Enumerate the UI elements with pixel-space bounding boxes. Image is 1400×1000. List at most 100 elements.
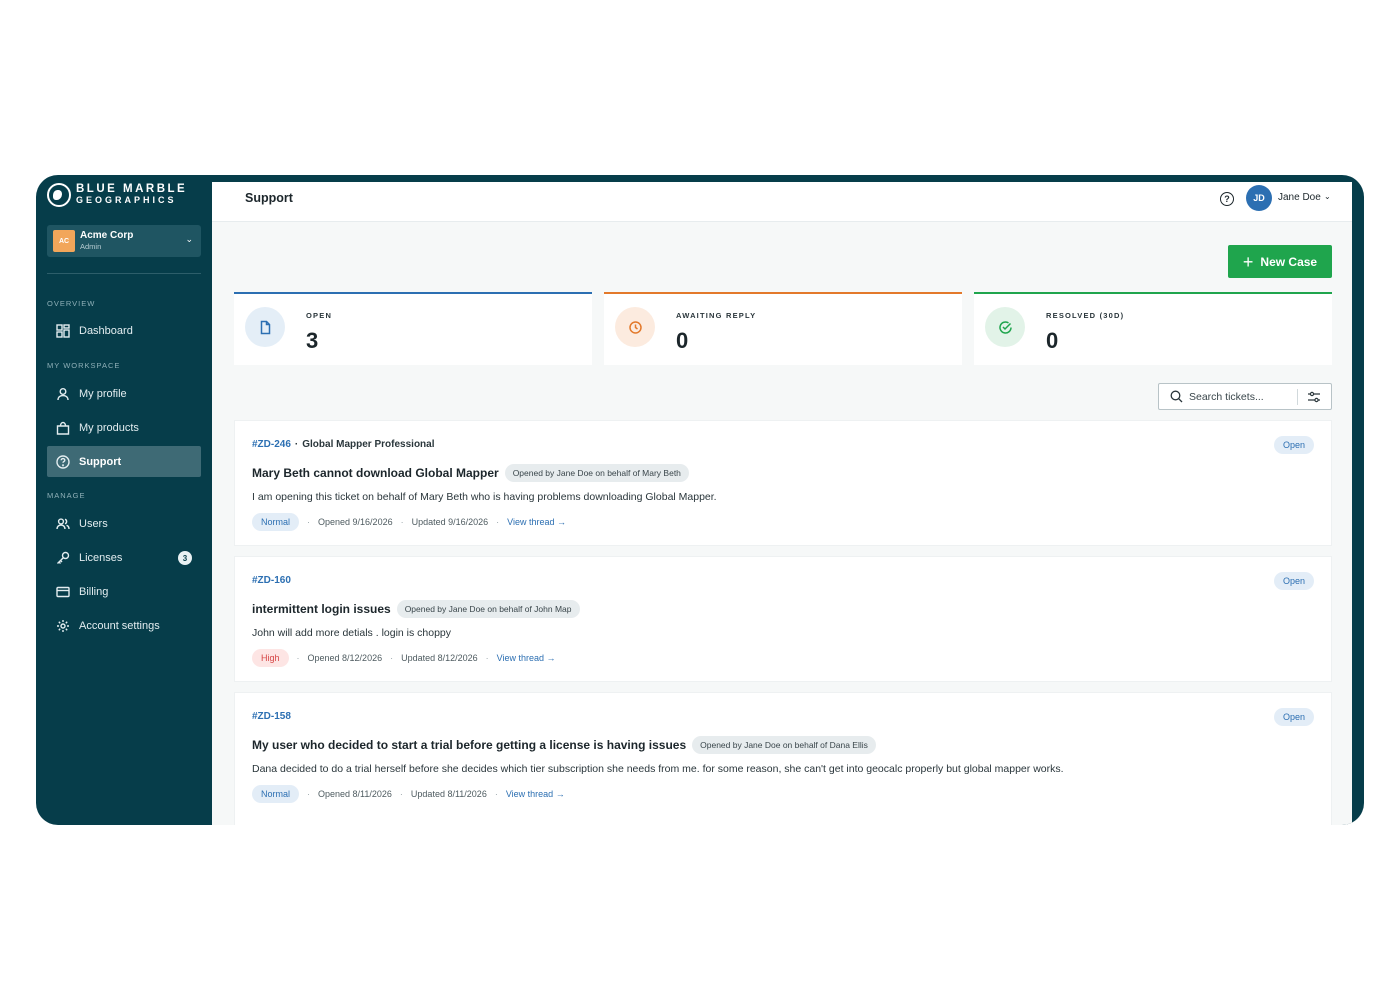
ticket-title[interactable]: Mary Beth cannot download Global Mapper bbox=[252, 466, 499, 480]
behalf-tag: Opened by Jane Doe on behalf of John Map bbox=[396, 600, 580, 618]
page-title: Support bbox=[245, 191, 293, 205]
search-icon bbox=[1170, 390, 1183, 403]
help-circle-icon bbox=[56, 454, 70, 469]
view-thread-link[interactable]: View thread → bbox=[507, 517, 566, 527]
user-name[interactable]: Jane Doe bbox=[1278, 192, 1321, 203]
ticket-description: John will add more detials . login is ch… bbox=[252, 627, 452, 639]
stat-value: 0 bbox=[676, 328, 689, 353]
sidebar-item-my-products[interactable]: My products bbox=[47, 412, 201, 443]
org-name: Acme Corp bbox=[80, 230, 134, 241]
ticket-title-row: Mary Beth cannot download Global Mapper … bbox=[252, 464, 689, 482]
ticket-id[interactable]: #ZD-160 bbox=[252, 575, 291, 586]
section-manage: MANAGE bbox=[47, 491, 86, 500]
org-avatar: AC bbox=[53, 230, 75, 252]
priority-badge: High bbox=[252, 649, 289, 667]
org-info: Acme Corp Admin bbox=[80, 230, 133, 252]
status-badge: Open bbox=[1274, 572, 1314, 590]
ticket-title-row: intermittent login issues Opened by Jane… bbox=[252, 600, 580, 618]
help-icon[interactable]: ? bbox=[1220, 192, 1234, 206]
user-avatar[interactable]: JD bbox=[1246, 185, 1272, 211]
sidebar-item-label: Licenses bbox=[79, 551, 123, 564]
updated-date: Updated 8/11/2026 bbox=[410, 789, 487, 799]
org-switcher[interactable]: AC Acme Corp Admin ⌄ bbox=[47, 225, 201, 257]
main-content: Support ? JD Jane Doe ⌄ + New Case OPEN … bbox=[212, 182, 1352, 825]
sidebar-item-licenses[interactable]: Licenses 3 bbox=[47, 542, 201, 573]
separator-dot: · bbox=[485, 653, 489, 663]
ticket-meta: High · Opened 8/12/2026 · Updated 8/12/2… bbox=[252, 649, 556, 667]
ticket-description: I am opening this ticket on behalf of Ma… bbox=[252, 491, 717, 503]
behalf-tag: Opened by Jane Doe on behalf of Dana Ell… bbox=[692, 736, 876, 754]
sidebar-item-label: Dashboard bbox=[79, 324, 133, 337]
updated-date: Updated 9/16/2026 bbox=[411, 517, 489, 527]
opened-date: Opened 8/12/2026 bbox=[307, 653, 383, 663]
sidebar-item-label: Support bbox=[79, 455, 122, 468]
separator-dot: · bbox=[496, 517, 500, 527]
ticket-header: #ZD-246 · Global Mapper Professional bbox=[252, 439, 435, 450]
sidebar-item-label: Billing bbox=[79, 585, 109, 598]
search-input[interactable] bbox=[1189, 389, 1294, 405]
priority-badge: Normal bbox=[252, 513, 300, 531]
clock-icon bbox=[615, 307, 655, 347]
section-my-workspace: MY WORKSPACE bbox=[47, 361, 121, 370]
sidebar-item-support[interactable]: Support bbox=[47, 446, 201, 477]
separator-dot: · bbox=[307, 517, 311, 527]
ticket-card[interactable]: #ZD-246 · Global Mapper Professional Open … bbox=[234, 420, 1332, 546]
ticket-card[interactable]: #ZD-158 Open My user who decided to star… bbox=[234, 692, 1332, 825]
sidebar: BLUE MARBLE GEOGRAPHICS AC Acme Corp Adm… bbox=[36, 175, 212, 825]
view-thread-link[interactable]: View thread → bbox=[497, 653, 556, 663]
status-badge: Open bbox=[1274, 436, 1314, 454]
stat-label: AWAITING REPLY bbox=[676, 311, 757, 320]
ticket-title[interactable]: My user who decided to start a trial bef… bbox=[252, 738, 686, 752]
sidebar-item-billing[interactable]: Billing bbox=[47, 576, 201, 607]
stat-value: 3 bbox=[306, 328, 319, 353]
section-overview: OVERVIEW bbox=[47, 299, 96, 308]
ticket-title-row: My user who decided to start a trial bef… bbox=[252, 736, 876, 754]
check-circle-icon bbox=[985, 307, 1025, 347]
status-badge: Open bbox=[1274, 708, 1314, 726]
separator-dot: · bbox=[307, 789, 311, 799]
stat-label: OPEN bbox=[306, 311, 333, 320]
filter-sliders-icon[interactable] bbox=[1307, 390, 1321, 404]
org-role: Admin bbox=[80, 242, 102, 251]
stat-value: 0 bbox=[1046, 328, 1059, 353]
ticket-id[interactable]: #ZD-158 bbox=[252, 711, 291, 722]
chevron-down-icon[interactable]: ⌄ bbox=[1324, 192, 1331, 201]
sidebar-item-account-settings[interactable]: Account settings bbox=[47, 610, 201, 641]
chevron-down-icon: ⌄ bbox=[185, 234, 193, 244]
ticket-product: Global Mapper Professional bbox=[302, 439, 435, 450]
view-thread-link[interactable]: View thread → bbox=[506, 789, 565, 799]
sidebar-divider bbox=[47, 273, 201, 274]
sidebar-item-label: My products bbox=[79, 421, 139, 434]
users-icon bbox=[56, 517, 70, 529]
user-icon bbox=[57, 387, 69, 400]
ticket-title[interactable]: intermittent login issues bbox=[252, 602, 391, 616]
globe-icon bbox=[47, 183, 71, 207]
stat-card-resolved: RESOLVED (30D) 0 bbox=[974, 292, 1332, 365]
sidebar-item-users[interactable]: Users bbox=[47, 508, 201, 539]
plus-icon: + bbox=[1242, 251, 1254, 272]
search-divider bbox=[1297, 389, 1298, 405]
sidebar-item-label: Account settings bbox=[79, 619, 160, 632]
priority-badge: Normal bbox=[252, 785, 300, 803]
brand-logo[interactable]: BLUE MARBLE GEOGRAPHICS bbox=[47, 183, 187, 207]
licenses-count-badge: 3 bbox=[178, 551, 192, 565]
separator-dot: · bbox=[296, 653, 300, 663]
opened-date: Opened 9/16/2026 bbox=[318, 517, 393, 527]
document-icon bbox=[245, 307, 285, 347]
sidebar-item-label: Users bbox=[79, 517, 108, 530]
sidebar-item-my-profile[interactable]: My profile bbox=[47, 378, 201, 409]
stat-label: RESOLVED (30D) bbox=[1046, 311, 1125, 320]
separator-dot: · bbox=[294, 439, 299, 450]
new-case-button[interactable]: + New Case bbox=[1228, 245, 1332, 278]
ticket-card[interactable]: #ZD-160 Open intermittent login issues O… bbox=[234, 556, 1332, 682]
ticket-id[interactable]: #ZD-246 bbox=[252, 439, 291, 450]
gear-icon bbox=[57, 619, 69, 632]
new-case-label: New Case bbox=[1260, 254, 1318, 269]
bag-icon bbox=[56, 421, 70, 435]
sidebar-item-dashboard[interactable]: Dashboard bbox=[47, 315, 201, 346]
stat-card-open: OPEN 3 bbox=[234, 292, 592, 365]
stat-card-awaiting-reply: AWAITING REPLY 0 bbox=[604, 292, 962, 365]
opened-date: Opened 8/11/2026 bbox=[318, 789, 392, 799]
brand-name: BLUE MARBLE GEOGRAPHICS bbox=[76, 183, 188, 206]
brand-line-1: BLUE MARBLE bbox=[76, 183, 188, 195]
